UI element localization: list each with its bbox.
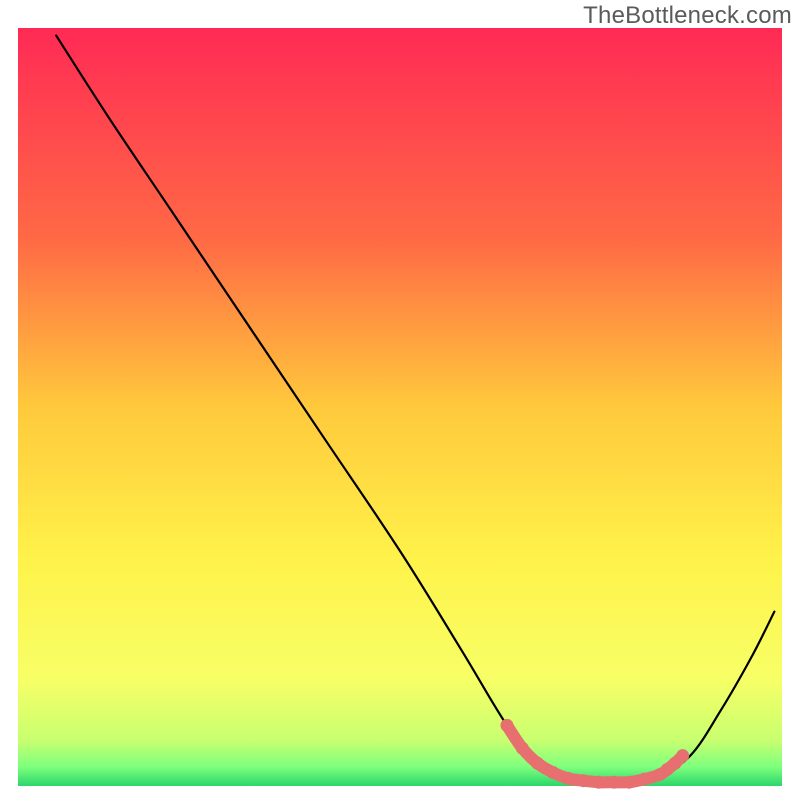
sweet-spot-dot: [638, 773, 651, 786]
sweet-spot-dot: [516, 742, 529, 755]
sweet-spot-dot: [577, 774, 590, 787]
sweet-spot-dot: [607, 776, 620, 789]
sweet-spot-dot: [546, 766, 559, 779]
chart-container: TheBottleneck.com: [0, 0, 800, 800]
sweet-spot-dot: [562, 772, 575, 785]
plot-background: [18, 28, 782, 786]
sweet-spot-dot: [592, 776, 605, 789]
sweet-spot-dot: [500, 719, 513, 732]
sweet-spot-dot: [676, 749, 689, 762]
bottleneck-plot: [0, 0, 800, 800]
sweet-spot-dot: [531, 757, 544, 770]
sweet-spot-dot: [623, 776, 636, 789]
